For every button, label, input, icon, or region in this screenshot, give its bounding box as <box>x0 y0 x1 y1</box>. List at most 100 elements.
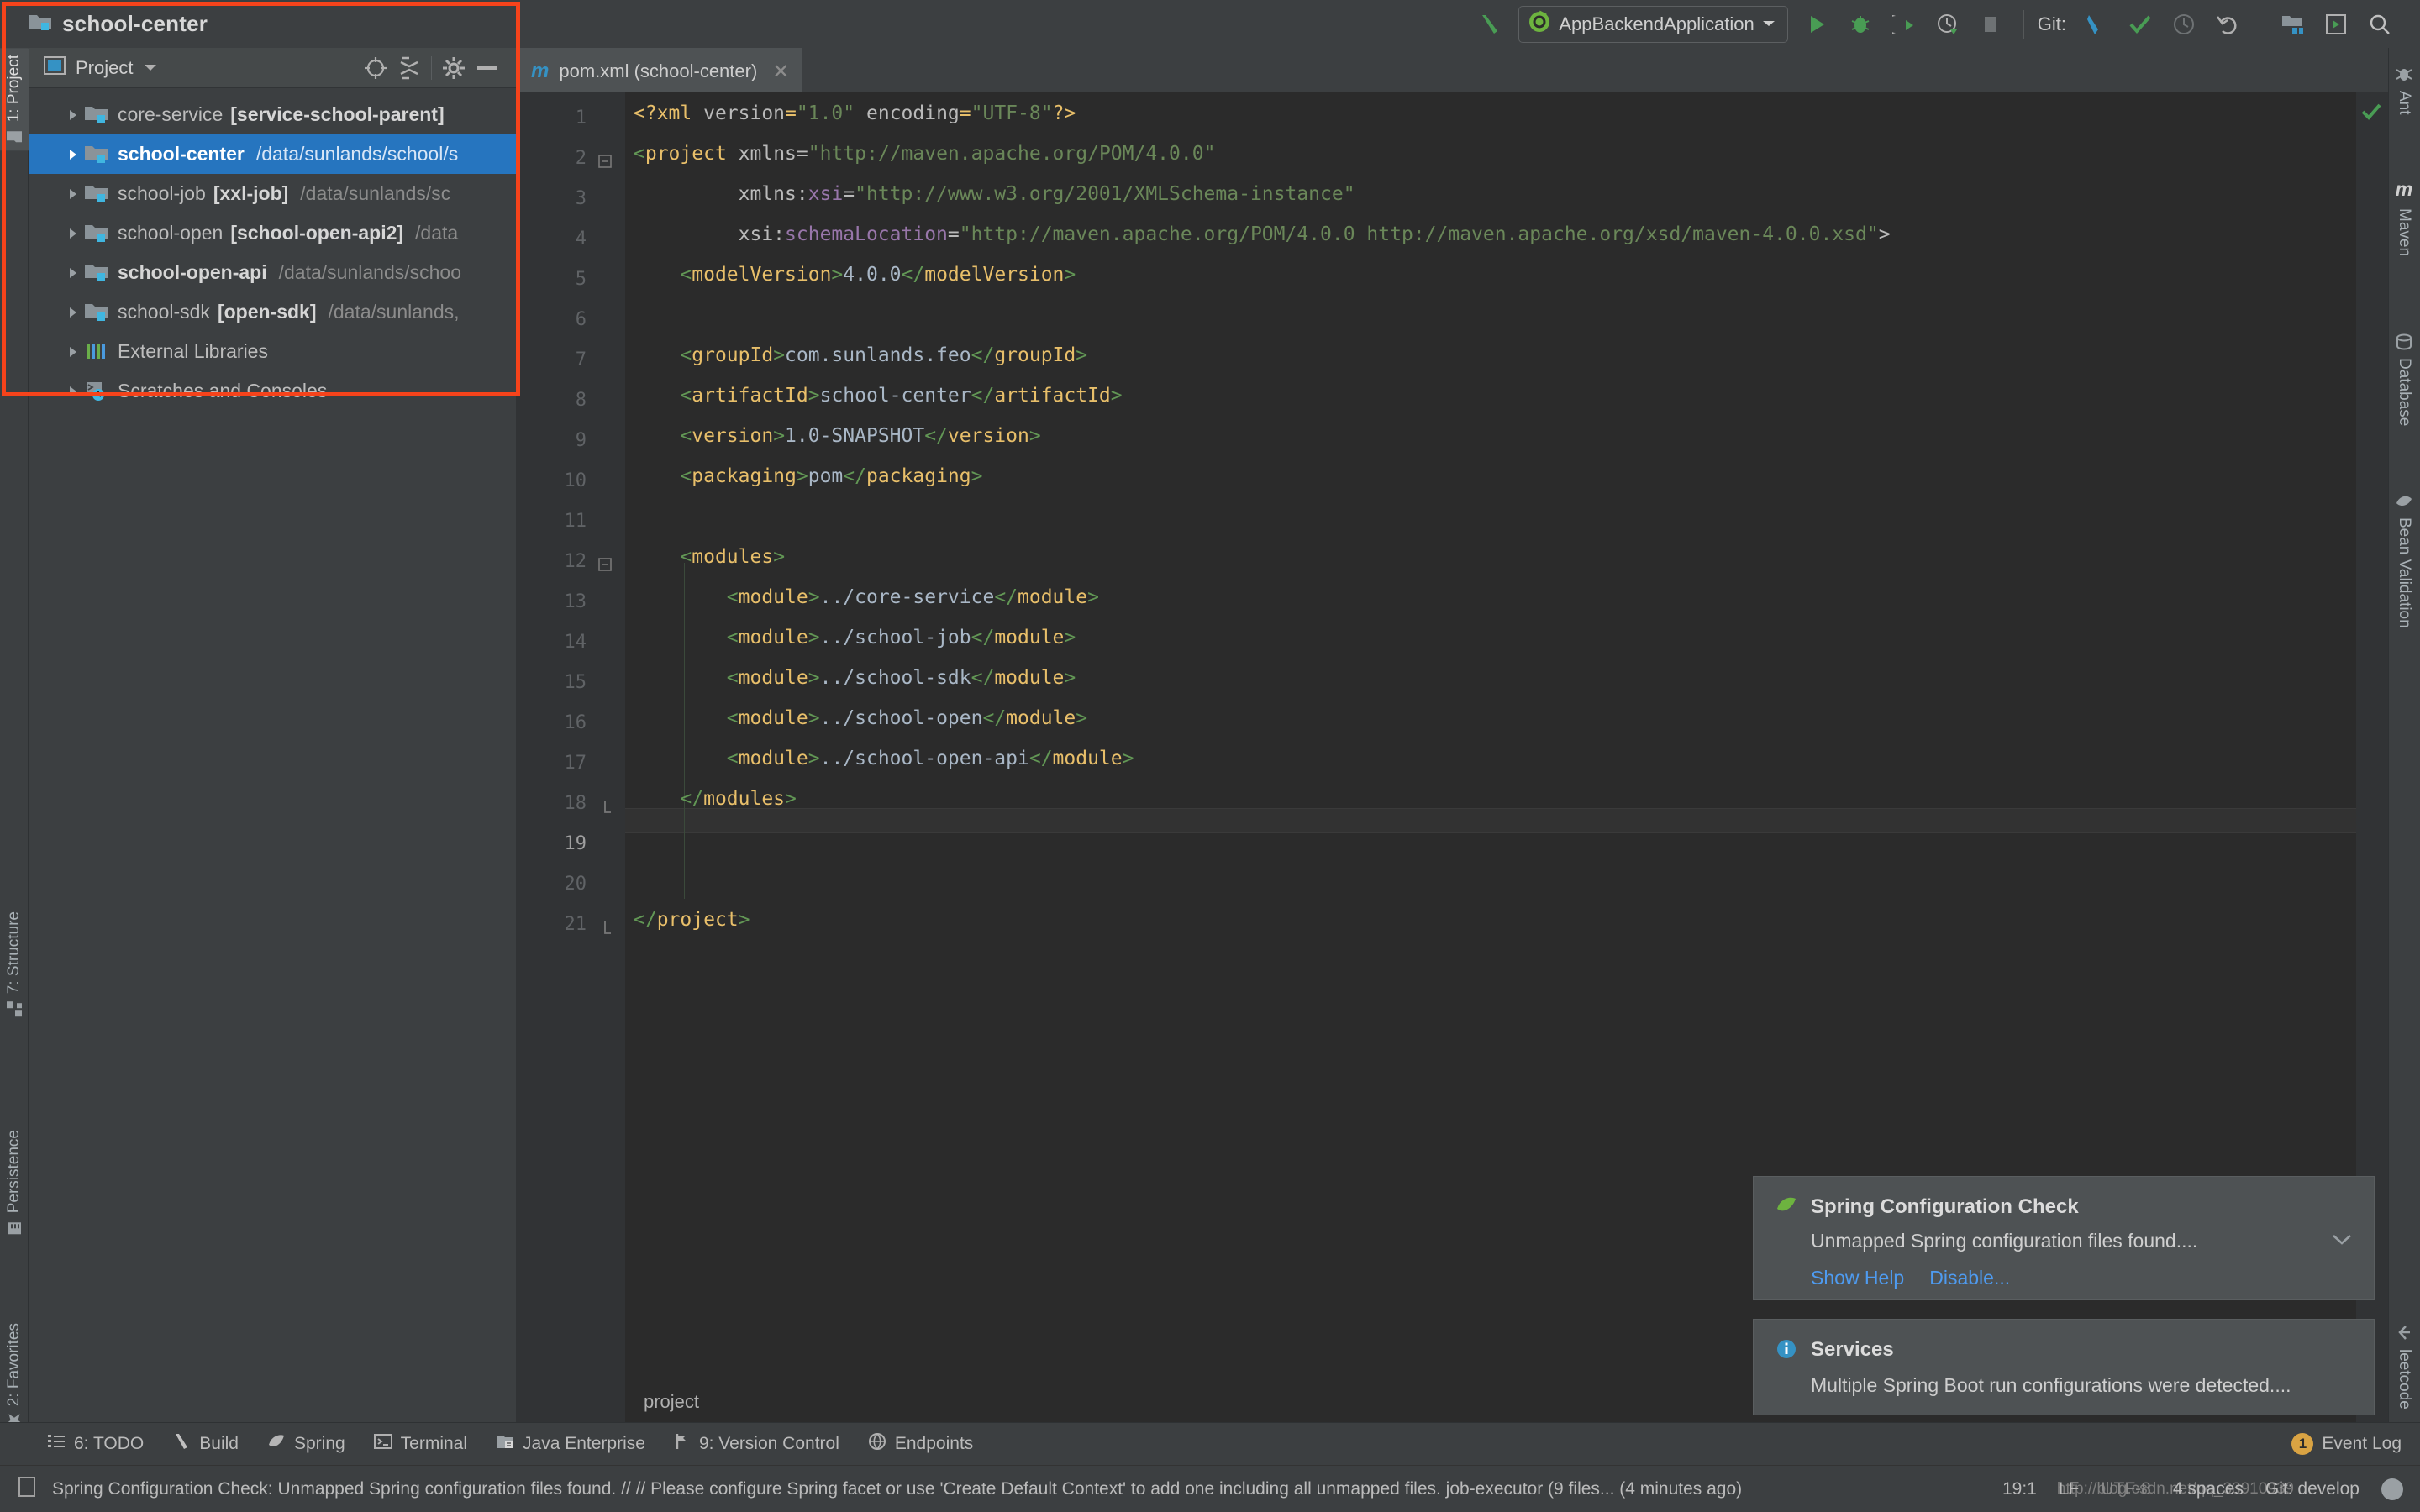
git-branch[interactable]: Git: develop <box>2265 1479 2360 1499</box>
status-message[interactable]: Spring Configuration Check: Unmapped Spr… <box>52 1479 1742 1499</box>
todo-icon <box>47 1433 66 1455</box>
sidebar-item-structure[interactable]: 7: Structure <box>0 905 29 1024</box>
search-everywhere-icon[interactable] <box>2358 3 2402 46</box>
line-number-current: 19 <box>564 833 587 854</box>
tool-window-spring[interactable]: Spring <box>267 1433 345 1455</box>
indent-setting[interactable]: 4 spaces <box>2173 1479 2244 1499</box>
sidebar-item-ant[interactable]: Ant <box>2388 56 2420 123</box>
run-icon[interactable] <box>1795 3 1839 46</box>
expand-arrow-icon[interactable] <box>62 227 84 240</box>
git-update-icon[interactable] <box>2075 3 2118 46</box>
status-memory-icon[interactable] <box>17 1476 37 1502</box>
line-number: 12 <box>564 551 587 572</box>
fold-marker-icon[interactable] <box>597 798 613 815</box>
tool-window-version-control[interactable]: 9: Version Control <box>674 1432 839 1456</box>
show-help-link[interactable]: Show Help <box>1811 1267 1904 1289</box>
tree-item-school-open[interactable]: school-open [school-open-api2] /data <box>29 213 516 253</box>
sidebar-item-database[interactable]: Database <box>2388 325 2420 434</box>
chevron-down-icon[interactable] <box>143 61 158 75</box>
code-line-13: <module>../core-service</module> <box>726 586 1099 608</box>
right-tool-strip: Ant m Maven Database Bean Validation lee… <box>2388 48 2420 1422</box>
expand-arrow-icon[interactable] <box>62 385 84 398</box>
expand-arrow-icon[interactable] <box>62 187 84 201</box>
tree-item-module: [xxl-job] <box>213 182 289 204</box>
line-number: 4 <box>575 228 587 249</box>
inspection-ok-icon[interactable] <box>2361 102 2381 125</box>
event-log-label: Event Log <box>2322 1434 2402 1453</box>
project-title: school-center <box>62 11 208 36</box>
close-icon[interactable]: ✕ <box>772 60 789 84</box>
tree-item-name: school-open <box>118 222 224 244</box>
avatar[interactable] <box>2381 1478 2403 1500</box>
tree-item-core-service[interactable]: core-service [service-school-parent] <box>29 95 516 134</box>
locate-icon[interactable] <box>359 51 392 85</box>
expand-arrow-icon[interactable] <box>62 306 84 319</box>
tool-window-event-log[interactable]: 1 Event Log <box>2291 1433 2402 1455</box>
project-tree[interactable]: core-service [service-school-parent] sch… <box>29 88 516 1422</box>
project-panel-title: Project <box>76 56 134 78</box>
settings-icon[interactable] <box>2314 3 2358 46</box>
profiler-icon[interactable] <box>1926 3 1970 46</box>
collapse-all-icon[interactable] <box>392 51 426 85</box>
fold-marker-icon[interactable] <box>597 556 613 573</box>
tree-item-school-center[interactable]: school-center /data/sunlands/school/s <box>29 134 516 174</box>
tool-window-build[interactable]: Build <box>172 1432 239 1456</box>
file-encoding[interactable]: UTF-8 <box>2101 1479 2151 1499</box>
breadcrumb[interactable]: project <box>625 1382 700 1422</box>
tree-item-name: core-service <box>118 103 224 125</box>
fold-marker-icon[interactable] <box>597 153 613 170</box>
sidebar-item-persistence[interactable]: Persistence <box>0 1123 29 1243</box>
stop-icon[interactable] <box>1970 3 2013 46</box>
tool-window-label: Java Enterprise <box>523 1434 645 1453</box>
tree-item-external-libraries[interactable]: External Libraries <box>29 332 516 371</box>
code-line-4: xsi:schemaLocation="http://maven.apache.… <box>738 223 1891 245</box>
tree-item-school-open-api[interactable]: school-open-api /data/sunlands/schoo <box>29 253 516 292</box>
ant-icon <box>2395 65 2413 83</box>
tool-window-endpoints[interactable]: Endpoints <box>868 1432 973 1456</box>
notification-spring-configuration-check[interactable]: Spring Configuration Check Unmapped Spri… <box>1753 1176 2375 1300</box>
tool-window-todo[interactable]: 6: TODO <box>47 1433 144 1455</box>
tree-item-school-job[interactable]: school-job [xxl-job] /data/sunlands/sc <box>29 174 516 213</box>
expand-arrow-icon[interactable] <box>62 108 84 122</box>
tree-item-name: school-center <box>118 143 245 165</box>
sidebar-item-maven[interactable]: m Maven <box>2388 170 2420 265</box>
sidebar-item-leetcode[interactable]: leetcode <box>2388 1316 2420 1418</box>
caret-position[interactable]: 19:1 <box>2002 1479 2037 1499</box>
gear-icon[interactable] <box>437 51 471 85</box>
line-number: 14 <box>564 632 587 653</box>
fold-marker-icon[interactable] <box>597 919 613 936</box>
tree-item-school-sdk[interactable]: school-sdk [open-sdk] /data/sunlands, <box>29 292 516 332</box>
notification-body: Multiple Spring Boot run configurations … <box>1811 1374 2291 1396</box>
tree-item-scratches-and-consoles[interactable]: Scratches and Consoles <box>29 371 516 411</box>
git-rollback-icon[interactable] <box>2206 3 2249 46</box>
code-line-16: <module>../school-open</module> <box>726 707 1088 729</box>
sidebar-item-favorites[interactable]: 2: Favorites <box>0 1316 29 1437</box>
info-icon <box>1776 1338 1797 1364</box>
debug-icon[interactable] <box>1839 3 1882 46</box>
sidebar-label-persistence: Persistence <box>5 1130 23 1214</box>
expand-arrow-icon[interactable] <box>62 345 84 359</box>
build-hammer-icon[interactable] <box>1468 3 1512 46</box>
project-icon <box>5 129 24 144</box>
line-number: 1 <box>575 108 587 129</box>
module-folder-icon <box>84 262 118 283</box>
run-configuration-selector[interactable]: AppBackendApplication <box>1518 5 1788 43</box>
editor-gutter[interactable]: 1 2 3 4 5 6 7 8 9 10 11 12 13 14 15 16 1… <box>516 92 625 1422</box>
line-separator[interactable]: LF <box>2059 1479 2080 1499</box>
notification-services[interactable]: Services Multiple Spring Boot run config… <box>1753 1319 2375 1415</box>
structure-icon <box>5 1000 24 1017</box>
tool-window-terminal[interactable]: Terminal <box>373 1433 467 1455</box>
expand-arrow-icon[interactable] <box>62 266 84 280</box>
git-history-icon[interactable] <box>2162 3 2206 46</box>
tool-window-java-enterprise[interactable]: Java Enterprise <box>496 1432 645 1456</box>
expand-arrow-icon[interactable] <box>62 148 84 161</box>
sidebar-item-project[interactable]: 1: Project <box>0 48 29 151</box>
sidebar-item-bean-validation[interactable]: Bean Validation <box>2388 485 2420 637</box>
tab-pom-xml[interactable]: m pom.xml (school-center) ✕ <box>516 48 803 92</box>
disable-link[interactable]: Disable... <box>1929 1267 2010 1289</box>
git-commit-icon[interactable] <box>2118 3 2162 46</box>
chevron-down-icon[interactable] <box>2332 1229 2352 1251</box>
project-structure-icon[interactable] <box>2270 3 2314 46</box>
hide-panel-icon[interactable] <box>471 51 504 85</box>
run-with-coverage-icon[interactable] <box>1882 3 1926 46</box>
